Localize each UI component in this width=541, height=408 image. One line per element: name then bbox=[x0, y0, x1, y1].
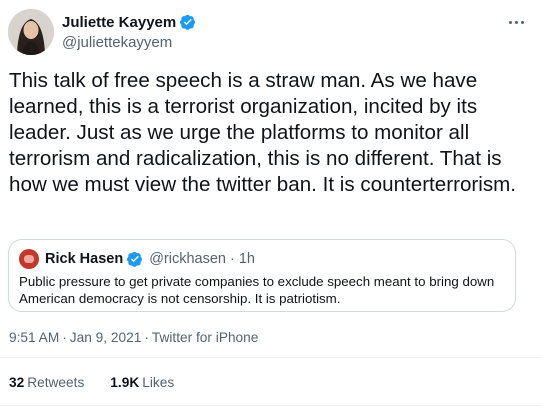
tweet-stats: 32 Retweets 1.9K Likes bbox=[9, 375, 200, 390]
retweets-label: Retweets bbox=[27, 375, 85, 390]
more-horizontal-icon bbox=[508, 20, 512, 24]
likes-label: Likes bbox=[142, 375, 175, 390]
quoted-tweet-header: Rick Hasen @rickhasen · 1h bbox=[19, 249, 255, 269]
tweet-date[interactable]: Jan 9, 2021 bbox=[70, 330, 142, 345]
retweets-stat[interactable]: 32 Retweets bbox=[9, 375, 84, 390]
author-name-row: Juliette Kayyem bbox=[62, 12, 196, 32]
quoted-separator: · bbox=[229, 251, 235, 267]
tweet-source[interactable]: Twitter for iPhone bbox=[152, 330, 259, 345]
tweet-meta: 9:51 AM · Jan 9, 2021 · Twitter for iPhone bbox=[9, 330, 258, 345]
quoted-tweet-card[interactable]: Rick Hasen @rickhasen · 1h Public pressu… bbox=[8, 239, 516, 312]
divider bbox=[0, 405, 541, 406]
verified-badge-icon bbox=[127, 251, 143, 267]
quoted-tweet-time: 1h bbox=[238, 251, 255, 267]
retweets-count: 32 bbox=[9, 375, 25, 390]
quoted-author-name: Rick Hasen bbox=[45, 251, 124, 267]
author-handle[interactable]: @juliettekayyem bbox=[62, 34, 196, 51]
more-options-button[interactable] bbox=[505, 13, 527, 31]
tweet-time[interactable]: 9:51 AM bbox=[9, 330, 59, 345]
verified-badge-icon bbox=[180, 14, 196, 30]
author-name[interactable]: Juliette Kayyem bbox=[62, 14, 176, 31]
likes-stat[interactable]: 1.9K Likes bbox=[110, 375, 174, 390]
more-dot bbox=[514, 20, 518, 24]
meta-separator: · bbox=[144, 330, 149, 345]
quoted-author-avatar bbox=[19, 249, 39, 269]
likes-count: 1.9K bbox=[110, 375, 140, 390]
quoted-author-handle: @rickhasen bbox=[149, 251, 226, 267]
divider bbox=[0, 357, 541, 358]
meta-separator: · bbox=[62, 330, 67, 345]
quoted-tweet-text: Public pressure to get private companies… bbox=[19, 274, 495, 306]
author-block: Juliette Kayyem @juliettekayyem bbox=[62, 12, 196, 51]
more-dot bbox=[520, 20, 524, 24]
tweet-text: This talk of free speech is a straw man.… bbox=[9, 69, 517, 196]
author-avatar[interactable] bbox=[8, 9, 54, 55]
tweet-card: Juliette Kayyem @juliettekayyem This tal… bbox=[0, 0, 541, 408]
